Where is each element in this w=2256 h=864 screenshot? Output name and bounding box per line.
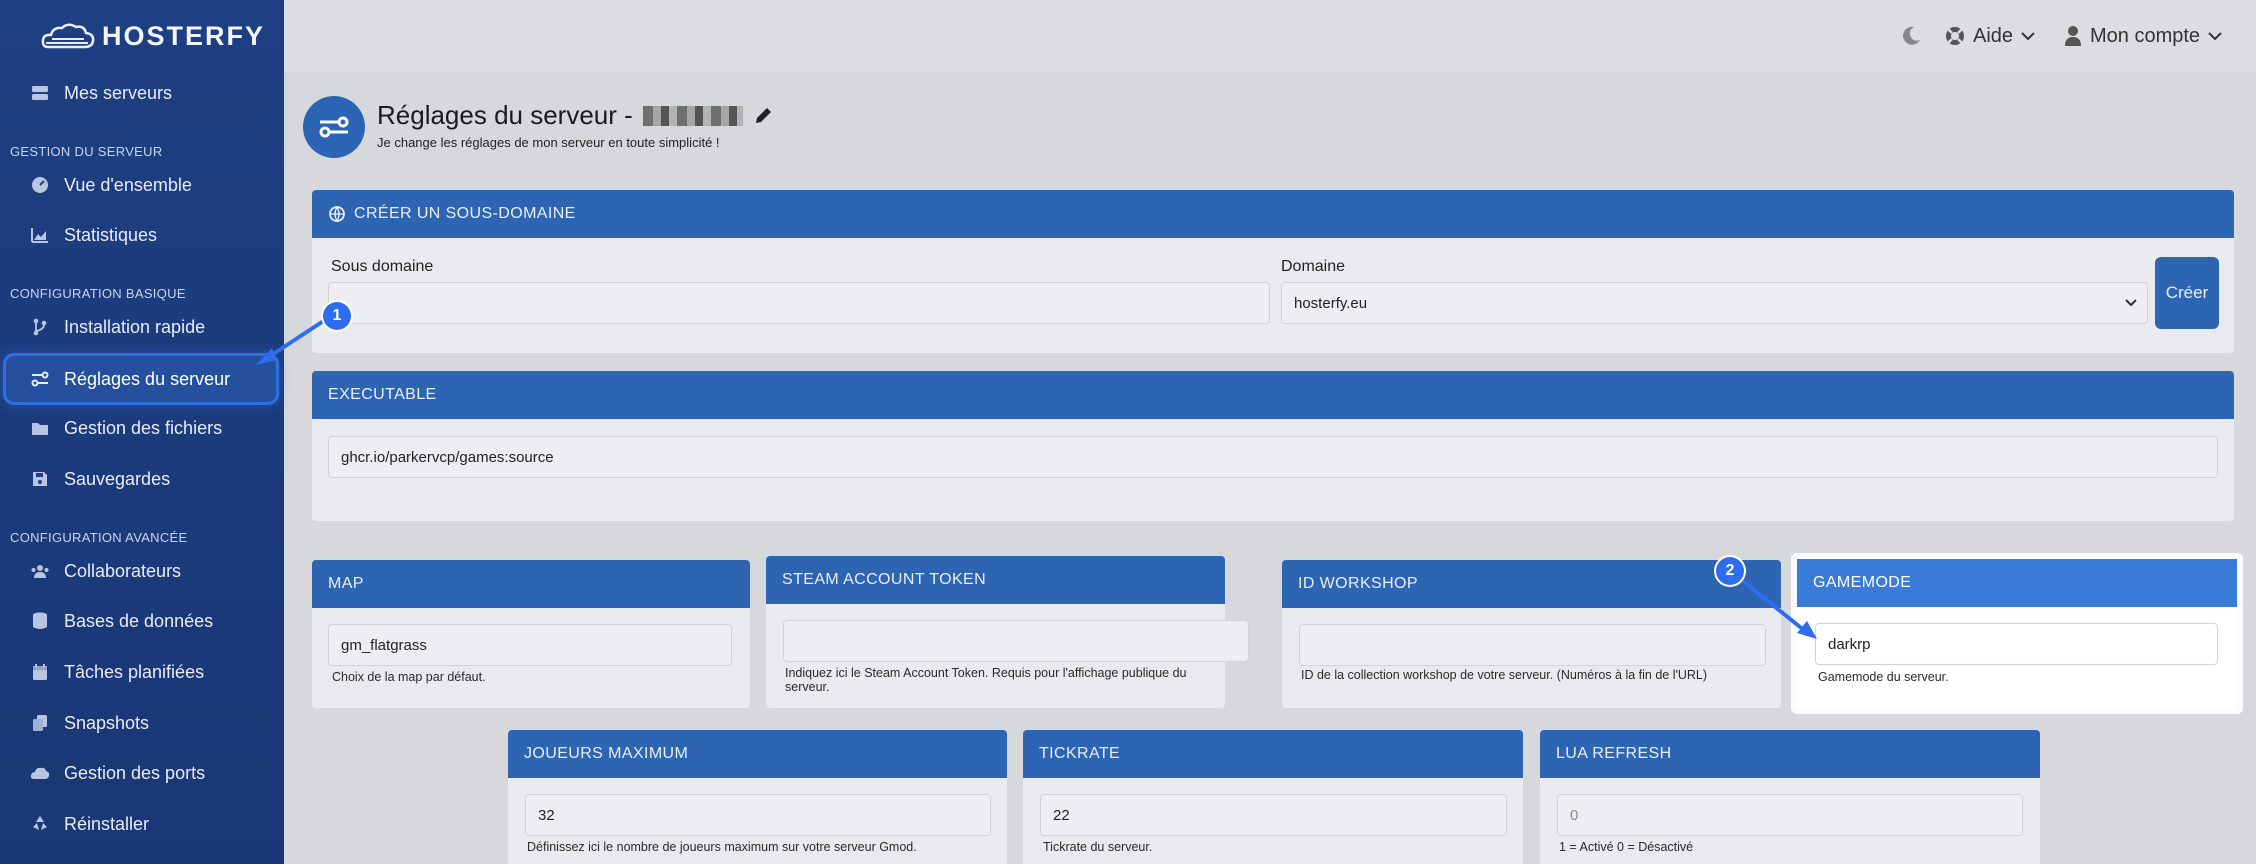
account-menu[interactable]: Mon compte: [2064, 20, 2222, 52]
calendar-icon: [30, 662, 50, 682]
domain-select[interactable]: hosterfy.eu: [1281, 282, 2148, 324]
sidebar-item-label: Bases de données: [64, 610, 214, 631]
workshop-input[interactable]: [1299, 624, 1766, 666]
copy-icon: [30, 713, 50, 733]
cloud-icon: [30, 763, 50, 783]
page-settings-icon: [303, 96, 365, 158]
section-title-basique: CONFIGURATION BASIQUE: [10, 286, 186, 301]
map-input[interactable]: gm_flatgrass: [328, 624, 732, 666]
chart-icon: [30, 225, 50, 245]
brand-logo[interactable]: HOSTERFY: [40, 16, 265, 56]
server-icon: [30, 83, 50, 103]
domain-label: Domaine: [1281, 258, 1346, 275]
settings-key-icon: [30, 369, 50, 389]
steam-token-card-title: STEAM ACCOUNT TOKEN: [766, 556, 1225, 604]
workshop-card-title: ID WORKSHOP: [1282, 560, 1781, 608]
subdomain-card-header: CRÉER UN SOUS-DOMAINE: [312, 190, 2234, 238]
subdomain-label: Sous domaine: [331, 258, 434, 275]
sidebar-item-label: Mes serveurs: [64, 82, 173, 103]
sidebar-item-reinstaller[interactable]: Réinstaller: [6, 801, 276, 847]
map-card-title: MAP: [312, 560, 750, 608]
section-title-avancee: CONFIGURATION AVANCÉE: [10, 530, 188, 545]
sidebar-item-label: Snapshots: [64, 712, 150, 733]
domain-select-value: hosterfy.eu: [1294, 294, 1368, 312]
page-subtitle: Je change les réglages de mon serveur en…: [377, 135, 720, 150]
sidebar-item-collaborateurs[interactable]: Collaborateurs: [6, 548, 276, 594]
sidebar-item-label: Sauvegardes: [64, 468, 171, 489]
tickrate-card-title: TICKRATE: [1023, 730, 1523, 778]
tickrate-help: Tickrate du serveur.: [1043, 840, 1153, 854]
pencil-icon[interactable]: [753, 106, 773, 126]
steam-token-input[interactable]: [783, 620, 1249, 662]
sidebar-item-snapshots[interactable]: Snapshots: [6, 700, 276, 746]
globe-wand-icon: [329, 206, 345, 223]
sidebar-item-taches-planifiees[interactable]: Tâches planifiées: [6, 649, 276, 695]
branch-icon: [30, 317, 50, 337]
sidebar-item-label: Statistiques: [64, 224, 158, 245]
sidebar-item-sauvegardes[interactable]: Sauvegardes: [6, 456, 276, 502]
subdomain-card: CRÉER UN SOUS-DOMAINE: [312, 190, 2234, 353]
subdomain-card-title: CRÉER UN SOUS-DOMAINE: [354, 205, 576, 222]
max-players-help: Définissez ici le nombre de joueurs maxi…: [527, 840, 917, 854]
recycle-icon: [30, 814, 50, 834]
sidebar-item-reglages-serveur[interactable]: Réglages du serveur: [6, 356, 276, 402]
account-label: Mon compte: [2090, 24, 2201, 47]
users-icon: [30, 561, 50, 581]
cloud-logo-icon: [41, 23, 95, 49]
sidebar-item-label: Vue d'ensemble: [64, 174, 192, 195]
subdomain-input[interactable]: [328, 282, 1270, 324]
server-name-redacted: [642, 105, 743, 126]
gamemode-card-title: GAMEMODE: [1797, 559, 2237, 607]
gauge-icon: [30, 175, 50, 195]
max-players-card-title: JOUEURS MAXIMUM: [508, 730, 1007, 778]
help-label: Aide: [1973, 24, 2014, 47]
brand-name: HOSTERFY: [102, 20, 266, 51]
executable-input[interactable]: ghcr.io/parkervcp/games:source: [328, 436, 2218, 478]
annotation-badge-2: 2: [1716, 557, 1744, 585]
gamemode-help: Gamemode du serveur.: [1818, 670, 1949, 684]
chevron-down-icon: [2021, 32, 2035, 41]
sidebar-item-label: Collaborateurs: [64, 560, 182, 581]
sidebar-item-vue-ensemble[interactable]: Vue d'ensemble: [6, 162, 276, 208]
lua-refresh-help: 1 = Activé 0 = Désactivé: [1559, 840, 1694, 854]
moon-icon: [1903, 26, 1920, 45]
sidebar-item-installation-rapide[interactable]: Installation rapide: [6, 304, 276, 350]
sidebar-item-mes-serveurs[interactable]: Mes serveurs: [6, 70, 276, 116]
page-title-text: Réglages du serveur -: [377, 100, 633, 130]
steam-token-help: Indiquez ici le Steam Account Token. Req…: [785, 666, 1187, 695]
sidebar-item-gestion-ports[interactable]: Gestion des ports: [6, 750, 276, 796]
sidebar-item-statistiques[interactable]: Statistiques: [6, 212, 276, 258]
chevron-down-icon: [2208, 32, 2222, 41]
map-help: Choix de la map par défaut.: [332, 670, 486, 684]
executable-card-title: EXECUTABLE: [312, 371, 2234, 419]
sidebar-item-gestion-fichiers[interactable]: Gestion des fichiers: [6, 405, 276, 451]
sidebar-item-label: Gestion des fichiers: [64, 417, 223, 438]
annotation-badge-1: 1: [323, 302, 351, 330]
create-subdomain-button[interactable]: Créer: [2155, 257, 2219, 329]
workshop-help: ID de la collection workshop de votre se…: [1301, 668, 1708, 682]
section-title-gestion: GESTION DU SERVEUR: [10, 144, 163, 159]
database-icon: [30, 611, 50, 631]
sidebar-item-label: Réglages du serveur: [64, 368, 231, 389]
sidebar-item-bases-donnees[interactable]: Bases de données: [6, 598, 276, 644]
tickrate-input[interactable]: 22: [1040, 794, 1507, 836]
lifebuoy-icon: [1946, 27, 1964, 45]
chevron-down-icon: [2125, 299, 2137, 307]
sidebar: HOSTERFY Mes serveurs GESTION DU SERVEUR…: [0, 0, 284, 864]
max-players-input[interactable]: 32: [525, 794, 991, 836]
lua-refresh-input[interactable]: 0: [1557, 794, 2023, 836]
gamemode-input[interactable]: darkrp: [1815, 623, 2218, 665]
annotation-arrow-2: [1741, 579, 1817, 639]
page-title: Réglages du serveur -: [377, 100, 773, 131]
sidebar-item-label: Gestion des ports: [64, 762, 206, 783]
save-icon: [30, 469, 50, 489]
user-icon: [2065, 26, 2081, 46]
sidebar-item-label: Installation rapide: [64, 316, 206, 337]
theme-toggle[interactable]: [1900, 20, 1922, 52]
sidebar-item-label: Tâches planifiées: [64, 661, 205, 682]
lua-refresh-card-title: LUA REFRESH: [1540, 730, 2040, 778]
sidebar-item-label: Réinstaller: [64, 813, 150, 834]
help-menu[interactable]: Aide: [1945, 20, 2035, 52]
folder-icon: [30, 418, 50, 438]
